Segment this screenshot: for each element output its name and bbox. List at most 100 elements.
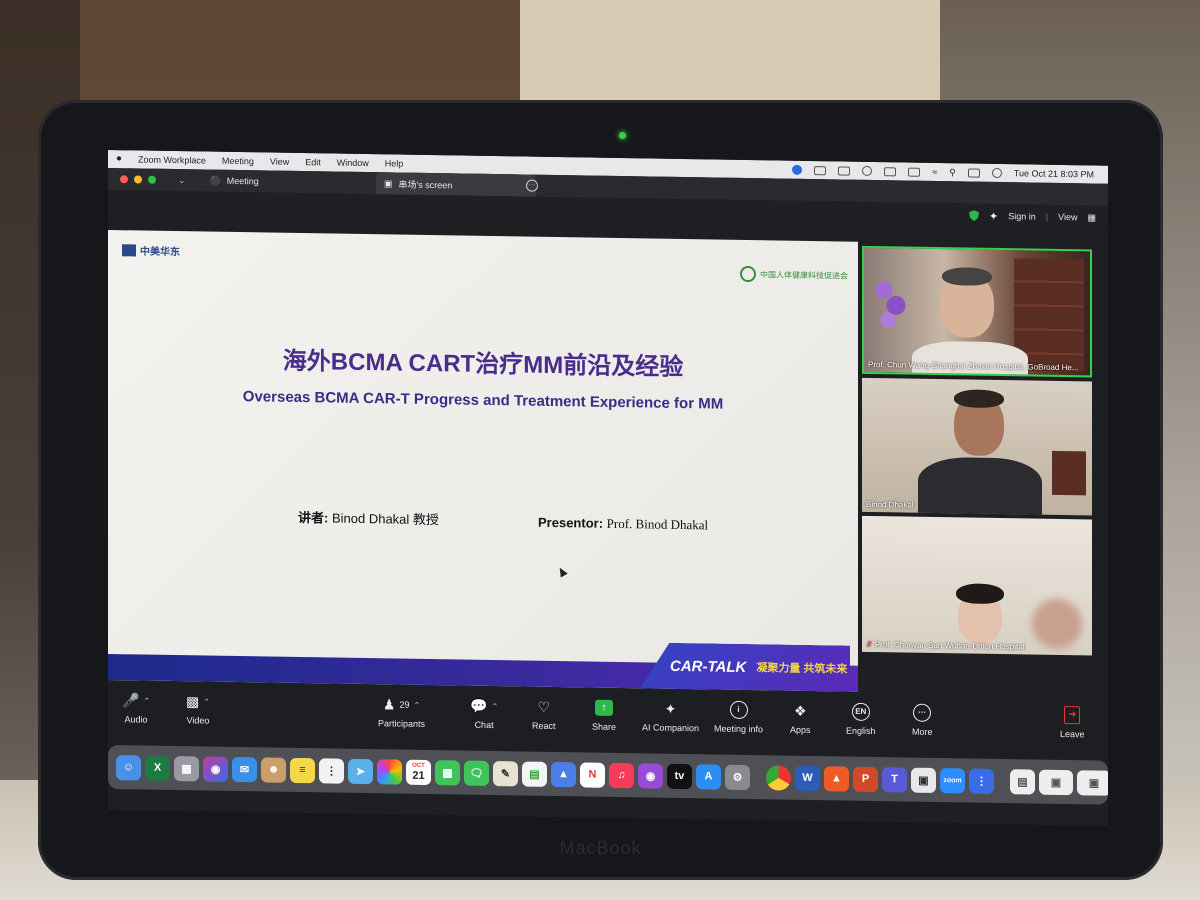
menu-window[interactable]: Window [337,158,369,169]
ai-companion-icon: ✦ [664,700,677,717]
menubar-status-area: ≈ ⚲ Tue Oct 21 8:03 PM [792,164,1108,180]
app-grid-icon[interactable]: ⋮ [969,768,994,794]
apple-icon[interactable]: ● [116,153,126,164]
menubar-datetime[interactable]: Tue Oct 21 8:03 PM [1014,168,1094,179]
video-camera-icon: ▩ [186,692,200,709]
app-store-icon[interactable]: A [696,763,721,790]
screen-share-tab[interactable]: ▣ 串场's screen [376,172,536,197]
menu-meeting[interactable]: Meeting [222,156,254,167]
close-window-icon[interactable] [120,175,128,184]
freeform-icon[interactable]: ✎ [493,760,518,786]
messages-icon[interactable]: 🗨 [464,760,489,786]
chat-caret-icon[interactable]: ⌃ [491,702,498,711]
recent-window-icon[interactable]: ▣ [1077,769,1108,796]
menu-app-name[interactable]: Zoom Workplace [138,154,206,165]
chevron-down-icon[interactable]: ⌄ [178,175,186,186]
meeting-tab[interactable]: ⚫ Meeting [210,175,259,187]
menu-view[interactable]: View [270,157,289,167]
wifi-icon[interactable]: ≈ [932,167,937,177]
teams-icon[interactable]: T [882,766,907,793]
launchpad-icon[interactable]: ▦ [174,755,199,781]
apple-tv-icon[interactable]: tv [667,763,692,789]
sync-icon[interactable] [862,165,873,177]
room-window [520,0,940,110]
presenter-en-label: Presentor: [538,514,604,531]
leave-door-icon: ➜ [1064,706,1081,725]
more-button[interactable]: ··· More [912,703,933,737]
battery-icon[interactable] [908,167,921,177]
ai-companion-button[interactable]: ✦ AI Companion [642,699,699,733]
control-center-icon[interactable] [967,168,980,178]
search-icon[interactable]: ⚲ [949,167,956,178]
contacts-icon[interactable]: ☻ [261,756,286,783]
language-button[interactable]: EN English [846,702,876,736]
meeting-info-button[interactable]: i Meeting info [714,700,763,734]
facetime-icon[interactable]: ▩ [435,759,460,786]
screen-share-icon[interactable] [814,165,827,175]
reminders-icon[interactable]: ⋮ [319,757,344,784]
apps-button[interactable]: ❖ Apps [790,702,811,735]
video-tile-presenter[interactable]: Binod Dhakal [862,377,1092,516]
system-settings-icon[interactable]: ⚙ [725,764,750,790]
zoom-status-icon[interactable] [792,164,803,175]
share-label: Share [592,721,617,732]
calendar-icon[interactable]: OCT 21 [406,759,431,785]
preview-icon[interactable]: ▣ [911,767,936,793]
minimize-window-icon[interactable] [134,175,142,184]
podcasts-icon[interactable]: ◉ [638,762,663,789]
participant-shoulders [918,456,1042,516]
divider: | [1045,211,1049,222]
zoom-icon[interactable]: zoom [940,767,965,793]
video-options-caret-icon[interactable]: ⌃ [203,697,210,706]
chat-button[interactable]: 💬 ⌃ Chat [470,697,498,730]
fullscreen-window-icon[interactable] [148,175,156,184]
recent-document-icon[interactable]: ▣ [1039,769,1073,795]
more-options-icon[interactable]: ··· [526,179,538,192]
video-tile-active-speaker[interactable]: Prof. Chun Wang-Shanghai Zhaxin Hospital… [862,245,1092,378]
ai-sparkle-icon[interactable]: ✦ [989,209,998,222]
leave-label: Leave [1060,728,1085,740]
apps-icon: ❖ [793,702,807,719]
sign-in-link[interactable]: Sign in [1008,211,1036,221]
siri-icon[interactable]: ◉ [203,755,228,782]
numbers-icon[interactable]: ▤ [522,761,547,787]
menu-help[interactable]: Help [385,158,404,168]
photos-icon[interactable] [377,758,402,785]
menu-edit[interactable]: Edit [305,157,321,167]
audio-button[interactable]: 🎤 ⌃ Audio [122,691,150,725]
input-source-icon[interactable] [884,166,897,176]
video-tile-name: Prof. Chun Wang-Shanghai Zhaxin Hospital… [868,359,1079,373]
downloads-stack-icon[interactable]: ▤ [1010,768,1035,795]
video-tile-participant[interactable]: ✗ Prof. Chunyan Sun Wuhan-Union Hospital [862,515,1092,656]
keynote-icon[interactable]: ▲ [551,761,576,787]
shared-slide: 中美华东 中国人体健康科技促进会 海外BCMA CART治疗MM前沿及经验 Ov… [108,230,858,692]
finder-icon[interactable]: ☺ [116,754,141,781]
powerpoint-icon[interactable]: P [853,766,878,792]
leave-button[interactable]: ➜ Leave [1060,706,1085,739]
siri-icon[interactable] [991,167,1002,179]
maps-icon[interactable]: ➤ [348,758,373,784]
word-icon[interactable]: W [795,765,820,791]
laptop: ● Zoom Workplace Meeting View Edit Windo… [38,100,1163,880]
wall-frame [1052,450,1086,496]
participants-button[interactable]: ♟ 29 ⌃ Participants [378,695,425,729]
brave-icon[interactable]: ▲ [824,765,849,792]
music-icon[interactable]: ♫ [609,762,634,788]
participants-caret-icon[interactable]: ⌃ [413,700,420,709]
mail-icon[interactable]: ✉ [232,756,257,782]
video-button[interactable]: ▩ ⌃ Video [186,692,210,726]
notes-icon[interactable]: ≡ [290,757,315,783]
security-shield-icon[interactable] [969,210,979,221]
extension-icon[interactable] [838,165,851,176]
news-icon[interactable]: N [580,761,605,788]
slide-presenter-chinese: 讲者: Binod Dhakal 教授 [298,507,439,528]
excel-icon[interactable]: X [145,755,170,781]
react-button[interactable]: ♡ React [532,698,556,731]
view-grid-icon[interactable]: ▦ [1087,212,1096,223]
slide-presenter-english: Presentor: Prof. Binod Dhakal [538,515,708,534]
slide-logo: 中美华东 [122,242,180,258]
share-button[interactable]: ↑ Share [592,699,616,732]
audio-options-caret-icon[interactable]: ⌃ [143,696,150,705]
chrome-icon[interactable] [766,764,791,791]
view-button[interactable]: View [1058,212,1077,222]
